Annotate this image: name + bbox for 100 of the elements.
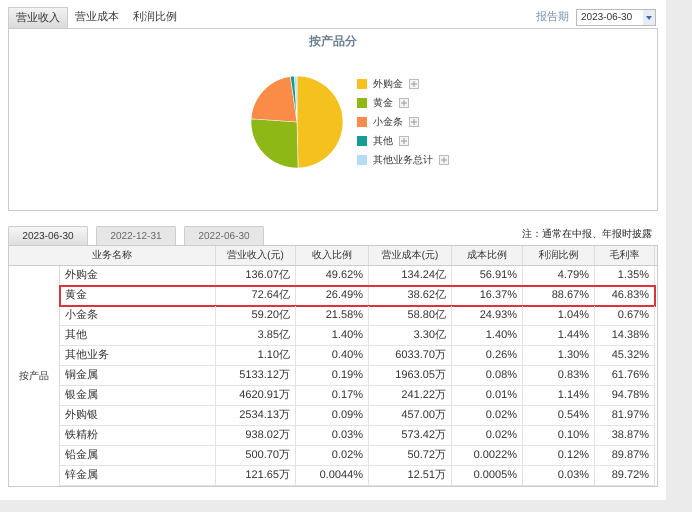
table-cell-text: 铅金属 bbox=[65, 448, 98, 464]
column-header: 成本比例 bbox=[452, 246, 523, 265]
table-cell-text: 94.78% bbox=[612, 388, 649, 404]
table-cell-text: 0.83% bbox=[558, 368, 589, 384]
date-tab[interactable]: 2023-06-30 bbox=[8, 226, 88, 245]
table-cell-text: 0.09% bbox=[332, 408, 363, 424]
tab[interactable]: 营业收入 bbox=[8, 7, 68, 28]
table-cell-text: 0.26% bbox=[486, 348, 517, 364]
expand-icon[interactable] bbox=[409, 117, 419, 127]
caret-icon bbox=[643, 10, 655, 25]
table-cell-text: 1.10亿 bbox=[258, 348, 290, 364]
table-cell-text: 1.44% bbox=[558, 328, 589, 344]
date-tab[interactable]: 2022-06-30 bbox=[184, 226, 264, 245]
legend-label: 其他业务总计 bbox=[373, 154, 433, 168]
table-cell-text: 0.02% bbox=[332, 448, 363, 464]
table-cell-text: 3.30亿 bbox=[414, 328, 446, 344]
table-cell-text: 72.64亿 bbox=[251, 288, 290, 304]
table-cell-text: 其他业务 bbox=[65, 348, 109, 364]
table-cell-text: 0.0044% bbox=[320, 468, 363, 484]
expand-icon[interactable] bbox=[439, 155, 449, 165]
table-cell-text: 61.76% bbox=[612, 368, 649, 384]
table-cell-text: 50.72万 bbox=[407, 448, 446, 464]
table-cell-text: 1963.05万 bbox=[395, 368, 446, 384]
table-cell-text: 121.65万 bbox=[245, 468, 290, 484]
table-cell-text: 0.03% bbox=[332, 428, 363, 444]
legend-label: 外购金 bbox=[373, 78, 403, 92]
chart-title: 按产品分 bbox=[309, 33, 357, 50]
table-cell-text: 1.14% bbox=[558, 388, 589, 404]
table-cell-text: 5133.12万 bbox=[239, 368, 290, 384]
table-cell-text: 0.40% bbox=[332, 348, 363, 364]
table-cell-text: 4620.91万 bbox=[239, 388, 290, 404]
column-header: 业务名称 bbox=[9, 246, 216, 265]
period-dropdown[interactable]: 2023-06-30 bbox=[576, 9, 656, 26]
group-label: 按产品 bbox=[19, 370, 49, 384]
table-cell-text: 26.49% bbox=[326, 288, 363, 304]
table-cell-text: 4.79% bbox=[558, 268, 589, 284]
table-cell-text: 24.93% bbox=[480, 308, 517, 324]
table-cell-text: 38.62亿 bbox=[407, 288, 446, 304]
table-cell-text: 500.70万 bbox=[245, 448, 290, 464]
table-cell-text: 黄金 bbox=[65, 288, 87, 304]
table-cell-text: 铜金属 bbox=[65, 368, 98, 384]
table-cell-text: 938.02万 bbox=[245, 428, 290, 444]
table-cell-text: 59.20亿 bbox=[251, 308, 290, 324]
table-cell-text: 铁精粉 bbox=[65, 428, 98, 444]
table-cell-text: 1.04% bbox=[558, 308, 589, 324]
table-cell-text: 0.67% bbox=[618, 308, 649, 324]
table-cell-text: 0.01% bbox=[486, 388, 517, 404]
expand-icon[interactable] bbox=[399, 98, 409, 108]
column-header: 营业收入(元) bbox=[216, 246, 296, 265]
table-cell-text: 573.42万 bbox=[401, 428, 446, 444]
table-cell-text: 0.12% bbox=[558, 448, 589, 464]
table-cell-text: 0.10% bbox=[558, 428, 589, 444]
tab[interactable]: 营业成本 bbox=[68, 7, 126, 28]
table-cell-text: 小金条 bbox=[65, 308, 98, 324]
table-cell-text: 0.08% bbox=[486, 368, 517, 384]
column-header: 毛利率 bbox=[595, 246, 655, 265]
expand-icon[interactable] bbox=[409, 79, 419, 89]
table-cell-text: 0.17% bbox=[332, 388, 363, 404]
table-cell-text: 锌金属 bbox=[65, 468, 98, 484]
table-cell-text: 0.03% bbox=[558, 468, 589, 484]
legend-swatch bbox=[357, 117, 367, 127]
table-cell-text: 12.51万 bbox=[407, 468, 446, 484]
table-cell-text: 0.54% bbox=[558, 408, 589, 424]
date-tab[interactable]: 2022-12-31 bbox=[96, 226, 176, 245]
table-cell-text: 银金属 bbox=[65, 388, 98, 404]
legend-swatch bbox=[357, 136, 367, 146]
table-cell-text: 1.40% bbox=[332, 328, 363, 344]
period-label: 报告期 bbox=[536, 10, 569, 26]
table-cell-text: 0.0022% bbox=[474, 448, 517, 464]
legend-label: 黄金 bbox=[373, 96, 393, 110]
legend-swatch bbox=[357, 98, 367, 108]
table-cell-text: 81.97% bbox=[612, 408, 649, 424]
table-cell-text: 38.87% bbox=[612, 428, 649, 444]
table-cell-text: 3.85亿 bbox=[258, 328, 290, 344]
table-cell-text: 0.0005% bbox=[474, 468, 517, 484]
table-cell-text: 外购银 bbox=[65, 408, 98, 424]
table-cell-text: 88.67% bbox=[552, 288, 589, 304]
table-cell-text: 134.24亿 bbox=[401, 268, 446, 284]
column-header: 利润比例 bbox=[523, 246, 595, 265]
column-header: 收入比例 bbox=[296, 246, 369, 265]
table-cell-text: 16.37% bbox=[480, 288, 517, 304]
table-cell-text: 56.91% bbox=[480, 268, 517, 284]
table-cell-text: 14.38% bbox=[612, 328, 649, 344]
table-cell-text: 241.22万 bbox=[401, 388, 446, 404]
table-cell-text: 6033.70万 bbox=[395, 348, 446, 364]
table-cell-text: 0.02% bbox=[486, 408, 517, 424]
table-cell-text: 1.30% bbox=[558, 348, 589, 364]
column-header: 营业成本(元) bbox=[369, 246, 452, 265]
table-cell-text: 46.83% bbox=[612, 288, 649, 304]
table-cell-text: 1.40% bbox=[486, 328, 517, 344]
table-cell-text: 21.58% bbox=[326, 308, 363, 324]
table-cell-text: 45.32% bbox=[612, 348, 649, 364]
legend-label: 小金条 bbox=[373, 116, 403, 130]
table-cell-text: 2534.13万 bbox=[239, 408, 290, 424]
table-cell-text: 0.19% bbox=[332, 368, 363, 384]
table-cell-text: 其他 bbox=[65, 328, 87, 344]
table-cell-text: 58.80亿 bbox=[407, 308, 446, 324]
expand-icon[interactable] bbox=[399, 136, 409, 146]
tab[interactable]: 利润比例 bbox=[126, 7, 184, 28]
table-cell-text: 89.72% bbox=[612, 468, 649, 484]
